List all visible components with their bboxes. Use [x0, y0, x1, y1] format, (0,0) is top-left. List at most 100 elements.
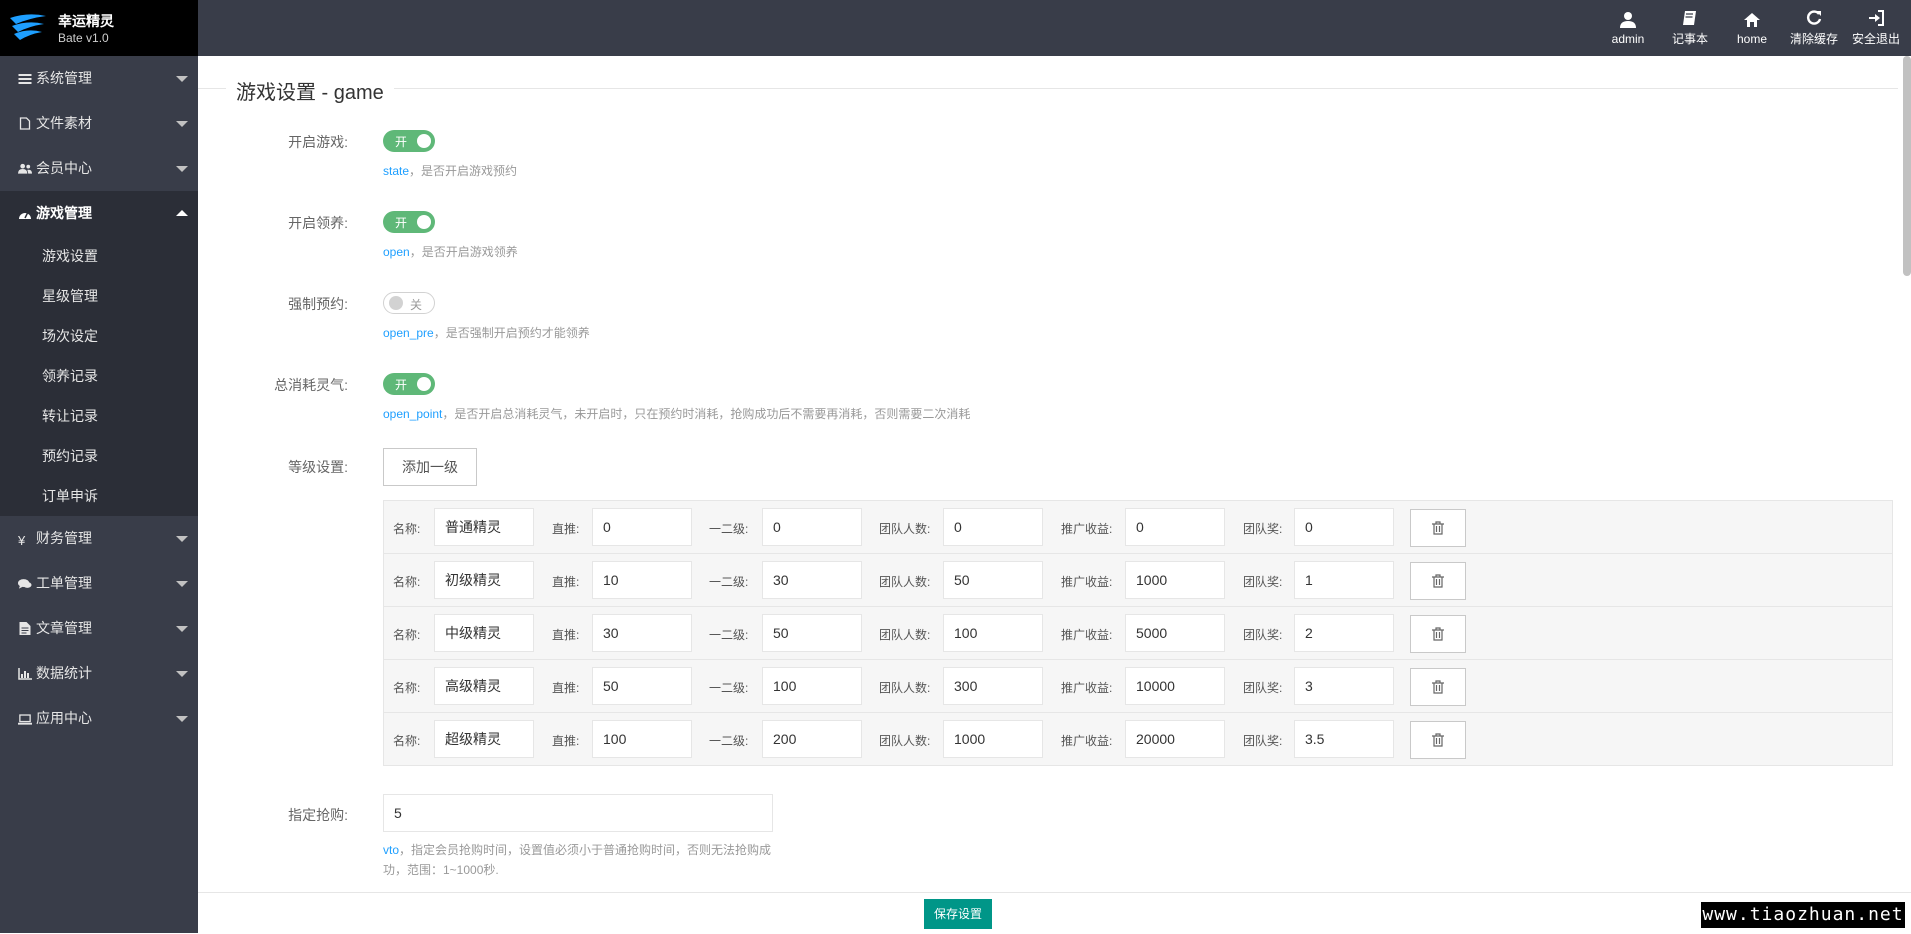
sidebar-item-tickets[interactable]: 工单管理: [0, 561, 198, 606]
dashboard-icon: [19, 211, 31, 219]
direct-label: 直推:: [552, 628, 580, 642]
vto-input[interactable]: 5: [383, 794, 773, 832]
second-input[interactable]: 30: [762, 561, 862, 599]
main-content: 游戏设置 - game 开启游戏: 开 state，是否开启游戏预约 开启领养:…: [198, 56, 1911, 934]
team-award-input[interactable]: 0: [1294, 508, 1394, 546]
team-award-input[interactable]: 1: [1294, 561, 1394, 599]
submenu-item-sessions[interactable]: 场次设定: [0, 316, 198, 356]
laptop-icon: [18, 714, 32, 725]
level-name-input[interactable]: 高级精灵: [434, 667, 534, 705]
promo-input[interactable]: 10000: [1125, 667, 1225, 705]
team-count-input[interactable]: 100: [943, 614, 1043, 652]
submenu-item-game-settings[interactable]: 游戏设置: [0, 236, 198, 276]
switch-text: 开: [395, 378, 408, 392]
submenu-item-transfer-records[interactable]: 转让记录: [0, 396, 198, 436]
comments-icon: [18, 579, 32, 589]
list-icon: [18, 74, 32, 84]
delete-level-button[interactable]: [1410, 615, 1466, 653]
direct-input[interactable]: 10: [592, 561, 692, 599]
promo-label: 推广收益:: [1061, 575, 1113, 589]
sidebar-item-games[interactable]: 游戏管理: [0, 191, 198, 236]
team-count-input[interactable]: 0: [943, 508, 1043, 546]
second-input[interactable]: 100: [762, 667, 862, 705]
name-label: 名称:: [393, 522, 421, 536]
scrollbar[interactable]: [1903, 56, 1911, 276]
direct-label: 直推:: [552, 575, 580, 589]
promo-input[interactable]: 20000: [1125, 720, 1225, 758]
hint-text: ，是否开启游戏领养: [409, 245, 518, 259]
team-count-input[interactable]: 1000: [943, 720, 1043, 758]
hint-key: state: [383, 164, 410, 178]
submenu-item-star-levels[interactable]: 星级管理: [0, 276, 198, 316]
state-switch[interactable]: 开: [383, 130, 435, 152]
submenu-item-reservation-records[interactable]: 预约记录: [0, 436, 198, 476]
second-label: 一二级:: [709, 522, 749, 536]
save-button[interactable]: 保存设置: [924, 899, 992, 929]
clear-cache-button[interactable]: 清除缓存: [1783, 0, 1845, 56]
delete-level-button[interactable]: [1410, 668, 1466, 706]
level-name-input[interactable]: 中级精灵: [434, 614, 534, 652]
sidebar-item-system[interactable]: 系统管理: [0, 56, 198, 101]
add-level-button[interactable]: 添加一级: [383, 448, 477, 486]
notebook-button[interactable]: 记事本: [1659, 0, 1721, 56]
direct-input[interactable]: 50: [592, 667, 692, 705]
direct-input[interactable]: 100: [592, 720, 692, 758]
team-count-input[interactable]: 300: [943, 667, 1043, 705]
level-name-input[interactable]: 普通精灵: [434, 508, 534, 546]
team-count-input[interactable]: 50: [943, 561, 1043, 599]
sidebar-item-label: 系统管理: [36, 70, 92, 86]
promo-label: 推广收益:: [1061, 734, 1113, 748]
admin-button[interactable]: admin: [1597, 0, 1659, 56]
team-award-input[interactable]: 2: [1294, 614, 1394, 652]
direct-input[interactable]: 0: [592, 508, 692, 546]
team-award-input[interactable]: 3: [1294, 667, 1394, 705]
file-text-icon: [19, 622, 31, 635]
team-award-label: 团队奖:: [1243, 522, 1283, 536]
delete-level-button[interactable]: [1410, 509, 1466, 547]
second-input[interactable]: 200: [762, 720, 862, 758]
open-switch[interactable]: 开: [383, 211, 435, 233]
chevron-down-icon: [176, 536, 188, 542]
promo-input[interactable]: 5000: [1125, 614, 1225, 652]
direct-label: 直推:: [552, 522, 580, 536]
fieldset-divider: [198, 88, 1898, 89]
second-input[interactable]: 0: [762, 508, 862, 546]
file-icon: [19, 117, 31, 130]
team-award-label: 团队奖:: [1243, 628, 1283, 642]
sidebar-item-apps[interactable]: 应用中心: [0, 696, 198, 741]
sidebar-item-finance[interactable]: ¥ 财务管理: [0, 516, 198, 561]
submenu-item-adoption-records[interactable]: 领养记录: [0, 356, 198, 396]
sidebar-item-label: 会员中心: [36, 160, 92, 176]
promo-input[interactable]: 0: [1125, 508, 1225, 546]
level-row: 名称: 超级精灵 直推: 100 一二级: 200 团队人数: 1000 推广收…: [384, 713, 1892, 765]
home-icon: [1744, 12, 1760, 27]
direct-input[interactable]: 30: [592, 614, 692, 652]
delete-level-button[interactable]: [1410, 562, 1466, 600]
open-point-switch[interactable]: 开: [383, 373, 435, 395]
trash-icon: [1432, 733, 1444, 747]
vto-label: 指定抢购:: [288, 807, 348, 823]
second-input[interactable]: 50: [762, 614, 862, 652]
logo-area[interactable]: 幸运精灵 Bate v1.0: [0, 0, 198, 56]
watermark: www.tiaozhuan.net: [1701, 902, 1905, 928]
delete-level-button[interactable]: [1410, 721, 1466, 759]
open-pre-switch[interactable]: 关: [383, 292, 435, 314]
team-count-label: 团队人数:: [879, 734, 931, 748]
level-row: 名称: 中级精灵 直推: 30 一二级: 50 团队人数: 100 推广收益: …: [384, 607, 1892, 660]
sidebar-item-statistics[interactable]: 数据统计: [0, 651, 198, 696]
level-name-input[interactable]: 超级精灵: [434, 720, 534, 758]
logout-button[interactable]: 安全退出: [1845, 0, 1907, 56]
team-award-input[interactable]: 3.5: [1294, 720, 1394, 758]
top-header: 幸运精灵 Bate v1.0 admin 记事本 home 清除缓存 安全退出: [0, 0, 1911, 56]
bar-chart-icon: [18, 668, 32, 680]
vto-hint: vto，指定会员抢购时间，设置值必须小于普通抢购时间，否则无法抢购成功，范围：1…: [383, 840, 773, 880]
level-name-input[interactable]: 初级精灵: [434, 561, 534, 599]
sidebar-item-articles[interactable]: 文章管理: [0, 606, 198, 651]
sidebar-item-files[interactable]: 文件素材: [0, 101, 198, 146]
sidebar-item-members[interactable]: 会员中心: [0, 146, 198, 191]
promo-input[interactable]: 1000: [1125, 561, 1225, 599]
sidebar: 系统管理 文件素材 会员中心 游戏管理 游戏设置 星级管理 场次设定 领养记录 …: [0, 56, 198, 933]
promo-label: 推广收益:: [1061, 628, 1113, 642]
home-button[interactable]: home: [1721, 0, 1783, 56]
submenu-item-order-appeals[interactable]: 订单申诉: [0, 476, 198, 516]
